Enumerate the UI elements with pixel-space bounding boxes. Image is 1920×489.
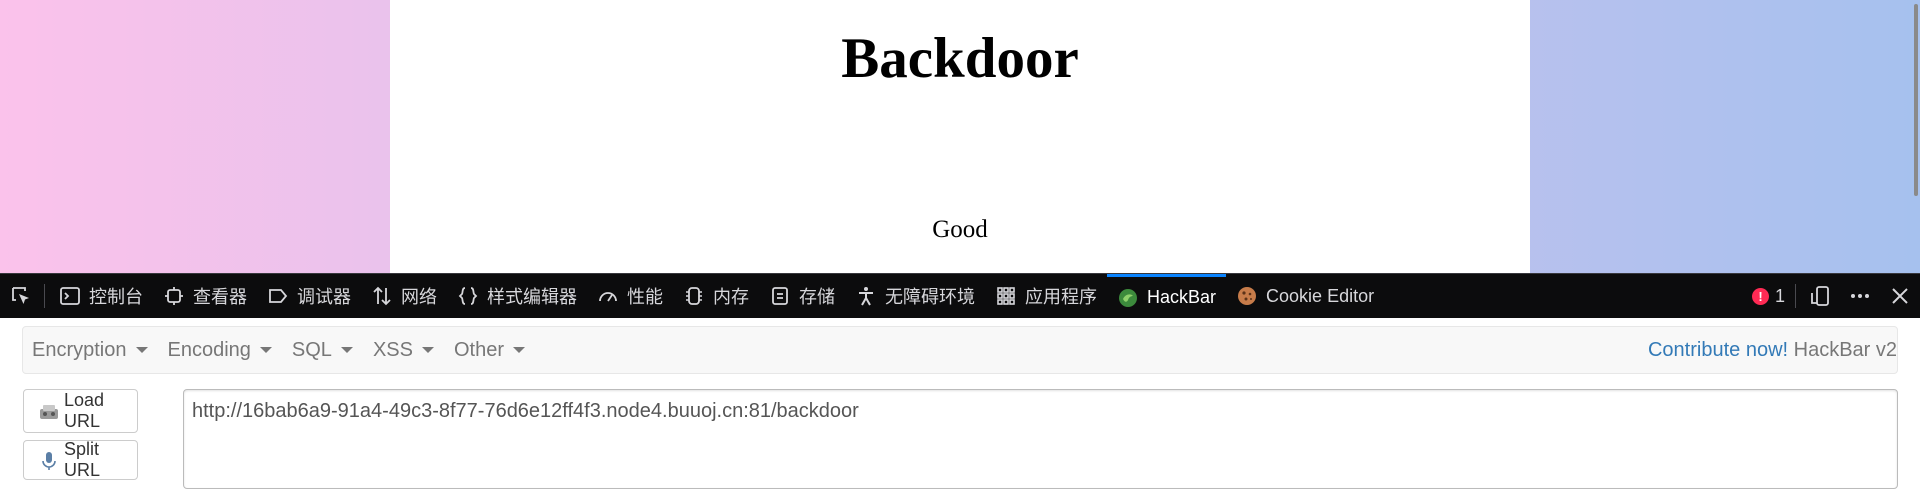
tab-label: 样式编辑器: [487, 287, 577, 307]
more-options-button[interactable]: [1840, 274, 1880, 319]
split-url-label: Split URL: [64, 439, 101, 480]
performance-icon: [597, 285, 619, 307]
memory-icon: [683, 285, 705, 307]
tab-application[interactable]: 应用程序: [985, 274, 1107, 319]
hackbar-icon: [1117, 287, 1139, 309]
tab-label: 控制台: [89, 287, 143, 307]
url-textarea[interactable]: http://16bab6a9-91a4-49c3-8f77-76d6e12ff…: [183, 389, 1898, 489]
tab-cookie-editor[interactable]: Cookie Editor: [1226, 274, 1384, 319]
close-icon: [1889, 285, 1911, 307]
more-icon: [1849, 285, 1871, 307]
url-value: http://16bab6a9-91a4-49c3-8f77-76d6e12ff…: [192, 400, 859, 422]
split-url-icon: [38, 449, 60, 471]
tab-storage[interactable]: 存储: [759, 274, 845, 319]
caret-down-icon: [259, 347, 272, 353]
accessibility-icon: [855, 285, 877, 307]
page-message: Good: [932, 216, 988, 243]
caret-down-icon: [421, 347, 434, 353]
tab-console[interactable]: 控制台: [49, 274, 153, 319]
error-count-button[interactable]: ! 1: [1744, 286, 1793, 307]
element-picker-button[interactable]: [0, 274, 42, 319]
tab-hackbar[interactable]: HackBar: [1107, 273, 1227, 319]
element-picker-icon: [10, 285, 32, 307]
tab-style-editor[interactable]: 样式编辑器: [447, 274, 587, 319]
cookie-icon: [1236, 285, 1258, 307]
close-devtools-button[interactable]: [1880, 274, 1920, 319]
tab-label: 网络: [401, 287, 437, 307]
storage-icon: [769, 285, 791, 307]
network-icon: [371, 285, 393, 307]
hackbar-menubar: Encryption Encoding SQL XSS Other Contri…: [22, 326, 1898, 374]
menu-label: Other: [453, 338, 504, 361]
console-icon: [59, 285, 81, 307]
responsive-design-icon: [1809, 285, 1831, 307]
tab-label: 性能: [627, 287, 663, 307]
hackbar-panel: Encryption Encoding SQL XSS Other Contri…: [0, 318, 1920, 489]
menu-label: SQL: [291, 338, 332, 361]
menu-other[interactable]: Other: [444, 327, 535, 373]
load-url-icon: [38, 400, 60, 422]
menu-encryption[interactable]: Encryption: [23, 327, 158, 373]
menu-label: Encoding: [167, 338, 251, 361]
load-url-label: Load URL: [64, 390, 105, 431]
tab-inspector[interactable]: 查看器: [153, 274, 257, 319]
tab-performance[interactable]: 性能: [587, 274, 673, 319]
inspector-icon: [163, 285, 185, 307]
hackbar-version: HackBar v2: [1793, 338, 1897, 361]
toolbar-divider: [1795, 284, 1796, 308]
application-icon: [995, 285, 1017, 307]
toolbar-right: ! 1: [1744, 274, 1920, 319]
hackbar-brand: Contribute now! HackBar v2: [1638, 327, 1897, 373]
page-title: Backdoor: [841, 27, 1079, 90]
style-editor-icon: [457, 285, 479, 307]
tab-label: 调试器: [297, 287, 351, 307]
caret-down-icon: [340, 347, 353, 353]
tab-accessibility[interactable]: 无障碍环境: [845, 274, 985, 319]
menu-label: XSS: [372, 338, 413, 361]
page-content: Backdoor Good: [390, 0, 1530, 273]
tab-memory[interactable]: 内存: [673, 274, 759, 319]
devtools-toolbar: 控制台 查看器 调试器 网络 样式编辑器 性能 内存 存储 无障碍环境 应用程序…: [0, 273, 1920, 318]
split-url-button[interactable]: Split URL: [23, 439, 138, 480]
error-count: 1: [1774, 285, 1785, 306]
menu-sql[interactable]: SQL: [282, 327, 363, 373]
tab-label: Cookie Editor: [1266, 285, 1375, 306]
tab-label: 存储: [799, 287, 835, 307]
tab-label: 查看器: [193, 287, 247, 307]
tab-debugger[interactable]: 调试器: [257, 274, 361, 319]
caret-down-icon: [135, 347, 148, 353]
tab-label: HackBar: [1147, 287, 1217, 307]
page-scrollbar[interactable]: [1914, 4, 1918, 196]
tab-label: 内存: [713, 287, 749, 307]
menu-label: Encryption: [32, 338, 127, 361]
tab-network[interactable]: 网络: [361, 274, 447, 319]
menu-xss[interactable]: XSS: [363, 327, 444, 373]
page-viewport: Backdoor Good: [0, 0, 1920, 273]
menu-encoding[interactable]: Encoding: [158, 327, 282, 373]
tab-label: 无障碍环境: [885, 287, 975, 307]
error-icon: !: [1751, 287, 1769, 305]
tab-label: 应用程序: [1025, 287, 1097, 307]
caret-down-icon: [513, 347, 525, 353]
debugger-icon: [267, 285, 289, 307]
toolbar-divider: [44, 284, 45, 308]
load-url-button[interactable]: Load URL: [23, 389, 138, 433]
responsive-design-button[interactable]: [1800, 274, 1840, 319]
contribute-link[interactable]: Contribute now!: [1648, 339, 1788, 362]
